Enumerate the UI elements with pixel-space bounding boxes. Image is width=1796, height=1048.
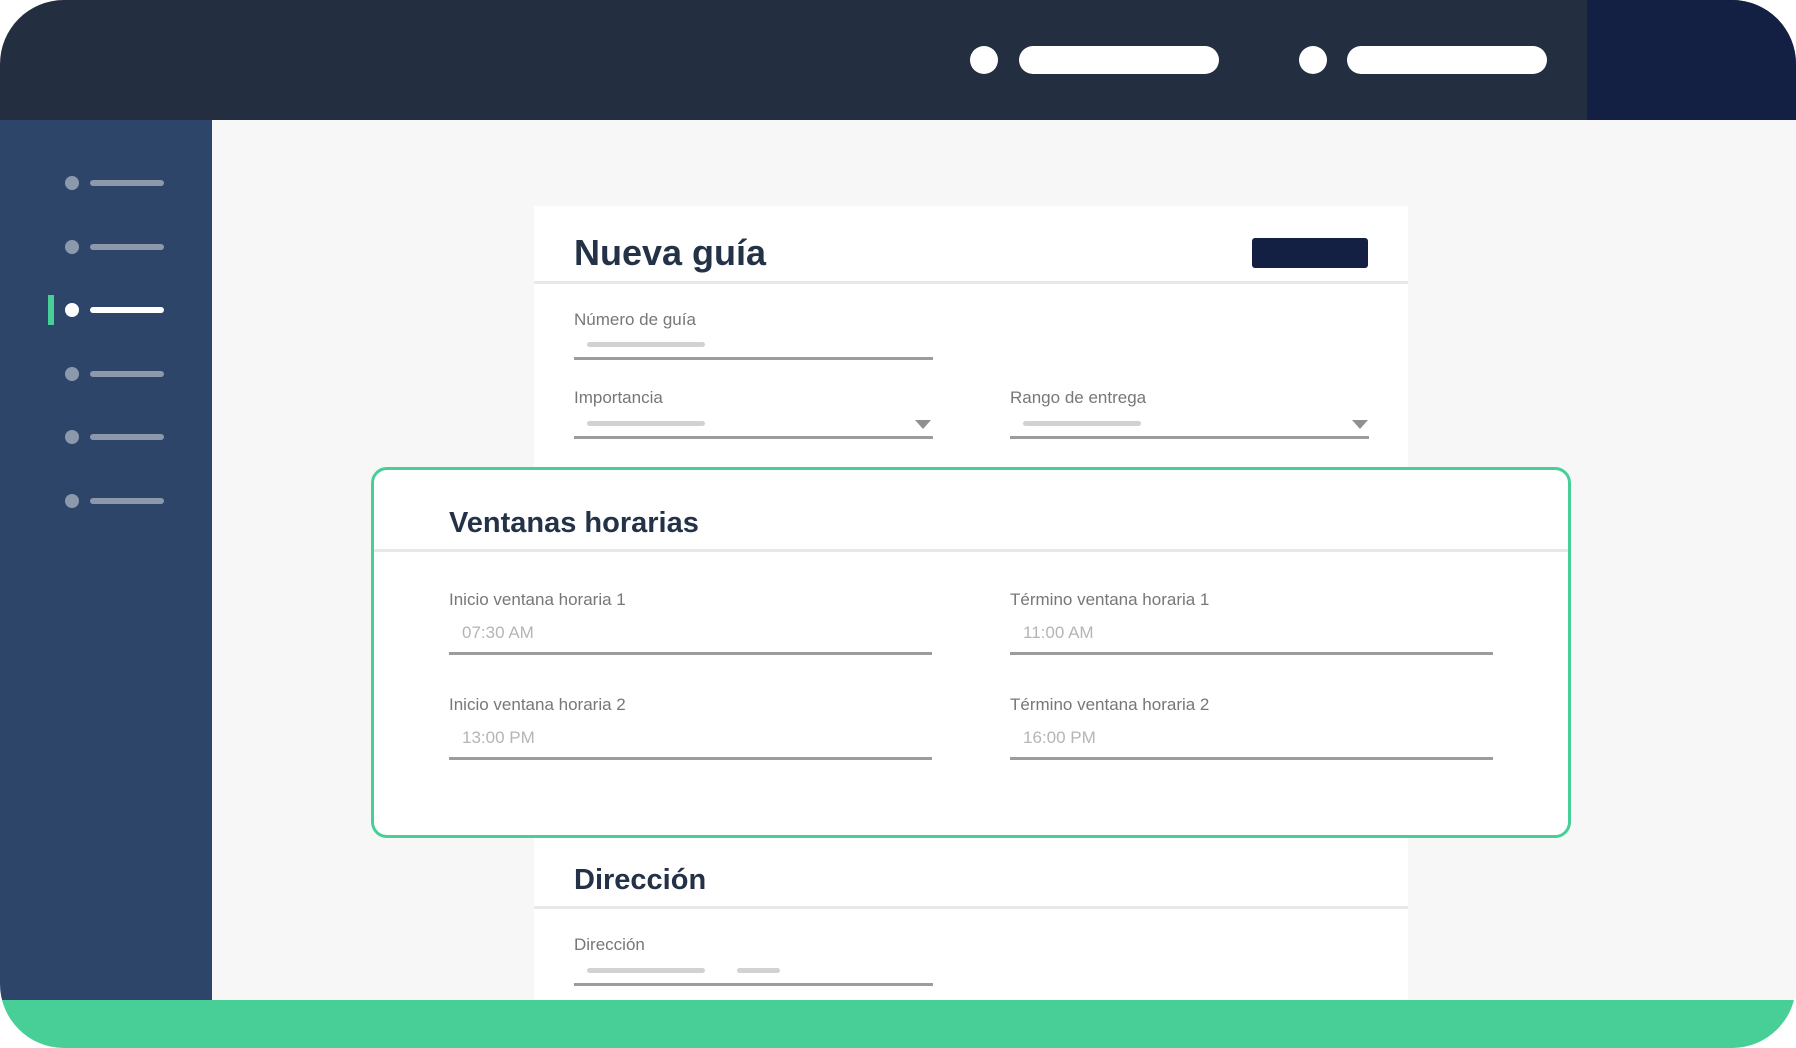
top-bar xyxy=(0,0,1796,120)
active-indicator xyxy=(48,295,54,325)
divider xyxy=(534,281,1408,284)
guide-number-label: Número de guía xyxy=(574,310,696,329)
nav-placeholder xyxy=(90,180,164,186)
nav-placeholder xyxy=(90,244,164,250)
chevron-down-icon[interactable] xyxy=(1352,420,1368,429)
window-1-end-input[interactable] xyxy=(1010,652,1493,655)
window-1-start-label: Inicio ventana horaria 1 xyxy=(449,590,626,609)
window-1-end-label: Término ventana horaria 1 xyxy=(1010,590,1210,609)
window-2-end-label: Término ventana horaria 2 xyxy=(1010,695,1210,714)
window-2-end-input[interactable] xyxy=(1010,757,1493,760)
sidebar-item-2[interactable] xyxy=(48,232,168,262)
page-title: Nueva guía xyxy=(574,232,767,273)
nav-dot-icon xyxy=(65,367,79,381)
time-windows-card: Ventanas horarias Inicio ventana horaria… xyxy=(371,467,1571,838)
importance-label: Importancia xyxy=(574,388,663,407)
sidebar xyxy=(0,120,212,1000)
window-2-start-value: 13:00 PM xyxy=(462,728,535,747)
section-title: Dirección xyxy=(574,864,707,896)
sidebar-item-1[interactable] xyxy=(48,168,168,198)
address-placeholder-2 xyxy=(737,968,780,973)
top-menu-item-2[interactable] xyxy=(1347,46,1547,74)
user-avatar-icon[interactable] xyxy=(970,46,998,74)
importance-select[interactable] xyxy=(574,436,933,439)
address-placeholder xyxy=(587,968,705,973)
bottom-bar xyxy=(0,1000,1796,1048)
window-1-end-value: 11:00 AM xyxy=(1023,623,1094,642)
window-1-start-value: 07:30 AM xyxy=(462,623,534,642)
nav-dot-icon xyxy=(65,176,79,190)
top-bar-accent xyxy=(1587,0,1796,120)
sidebar-item-4[interactable] xyxy=(48,359,168,389)
divider xyxy=(534,906,1408,909)
nav-dot-icon xyxy=(65,494,79,508)
nav-placeholder xyxy=(90,371,164,377)
delivery-range-placeholder xyxy=(1023,421,1141,426)
guide-number-input[interactable] xyxy=(574,357,933,360)
top-menu-item-1[interactable] xyxy=(1019,46,1219,74)
delivery-range-label: Rango de entrega xyxy=(1010,388,1147,407)
window-2-start-input[interactable] xyxy=(449,757,932,760)
chevron-down-icon[interactable] xyxy=(915,420,931,429)
window-2-start-label: Inicio ventana horaria 2 xyxy=(449,695,626,714)
nav-placeholder xyxy=(90,307,164,313)
window-2-end-value: 16:00 PM xyxy=(1023,728,1096,747)
nav-placeholder xyxy=(90,498,164,504)
nav-dot-icon xyxy=(65,430,79,444)
section-title: Ventanas horarias xyxy=(449,507,699,539)
notification-icon[interactable] xyxy=(1299,46,1327,74)
nav-dot-icon xyxy=(65,240,79,254)
delivery-range-select[interactable] xyxy=(1010,436,1369,439)
address-input[interactable] xyxy=(574,983,933,986)
save-button[interactable] xyxy=(1252,238,1368,268)
nav-placeholder xyxy=(90,434,164,440)
sidebar-item-6[interactable] xyxy=(48,486,168,516)
divider xyxy=(374,549,1568,552)
address-card: Dirección Dirección xyxy=(534,838,1408,1000)
nav-dot-icon xyxy=(65,303,79,317)
sidebar-item-3-active[interactable] xyxy=(48,295,168,325)
address-label: Dirección xyxy=(574,935,645,954)
sidebar-item-5[interactable] xyxy=(48,422,168,452)
app-window: Nueva guía Número de guía Importancia Ra… xyxy=(0,0,1796,1048)
guide-number-placeholder xyxy=(587,342,705,347)
importance-placeholder xyxy=(587,421,705,426)
window-1-start-input[interactable] xyxy=(449,652,932,655)
